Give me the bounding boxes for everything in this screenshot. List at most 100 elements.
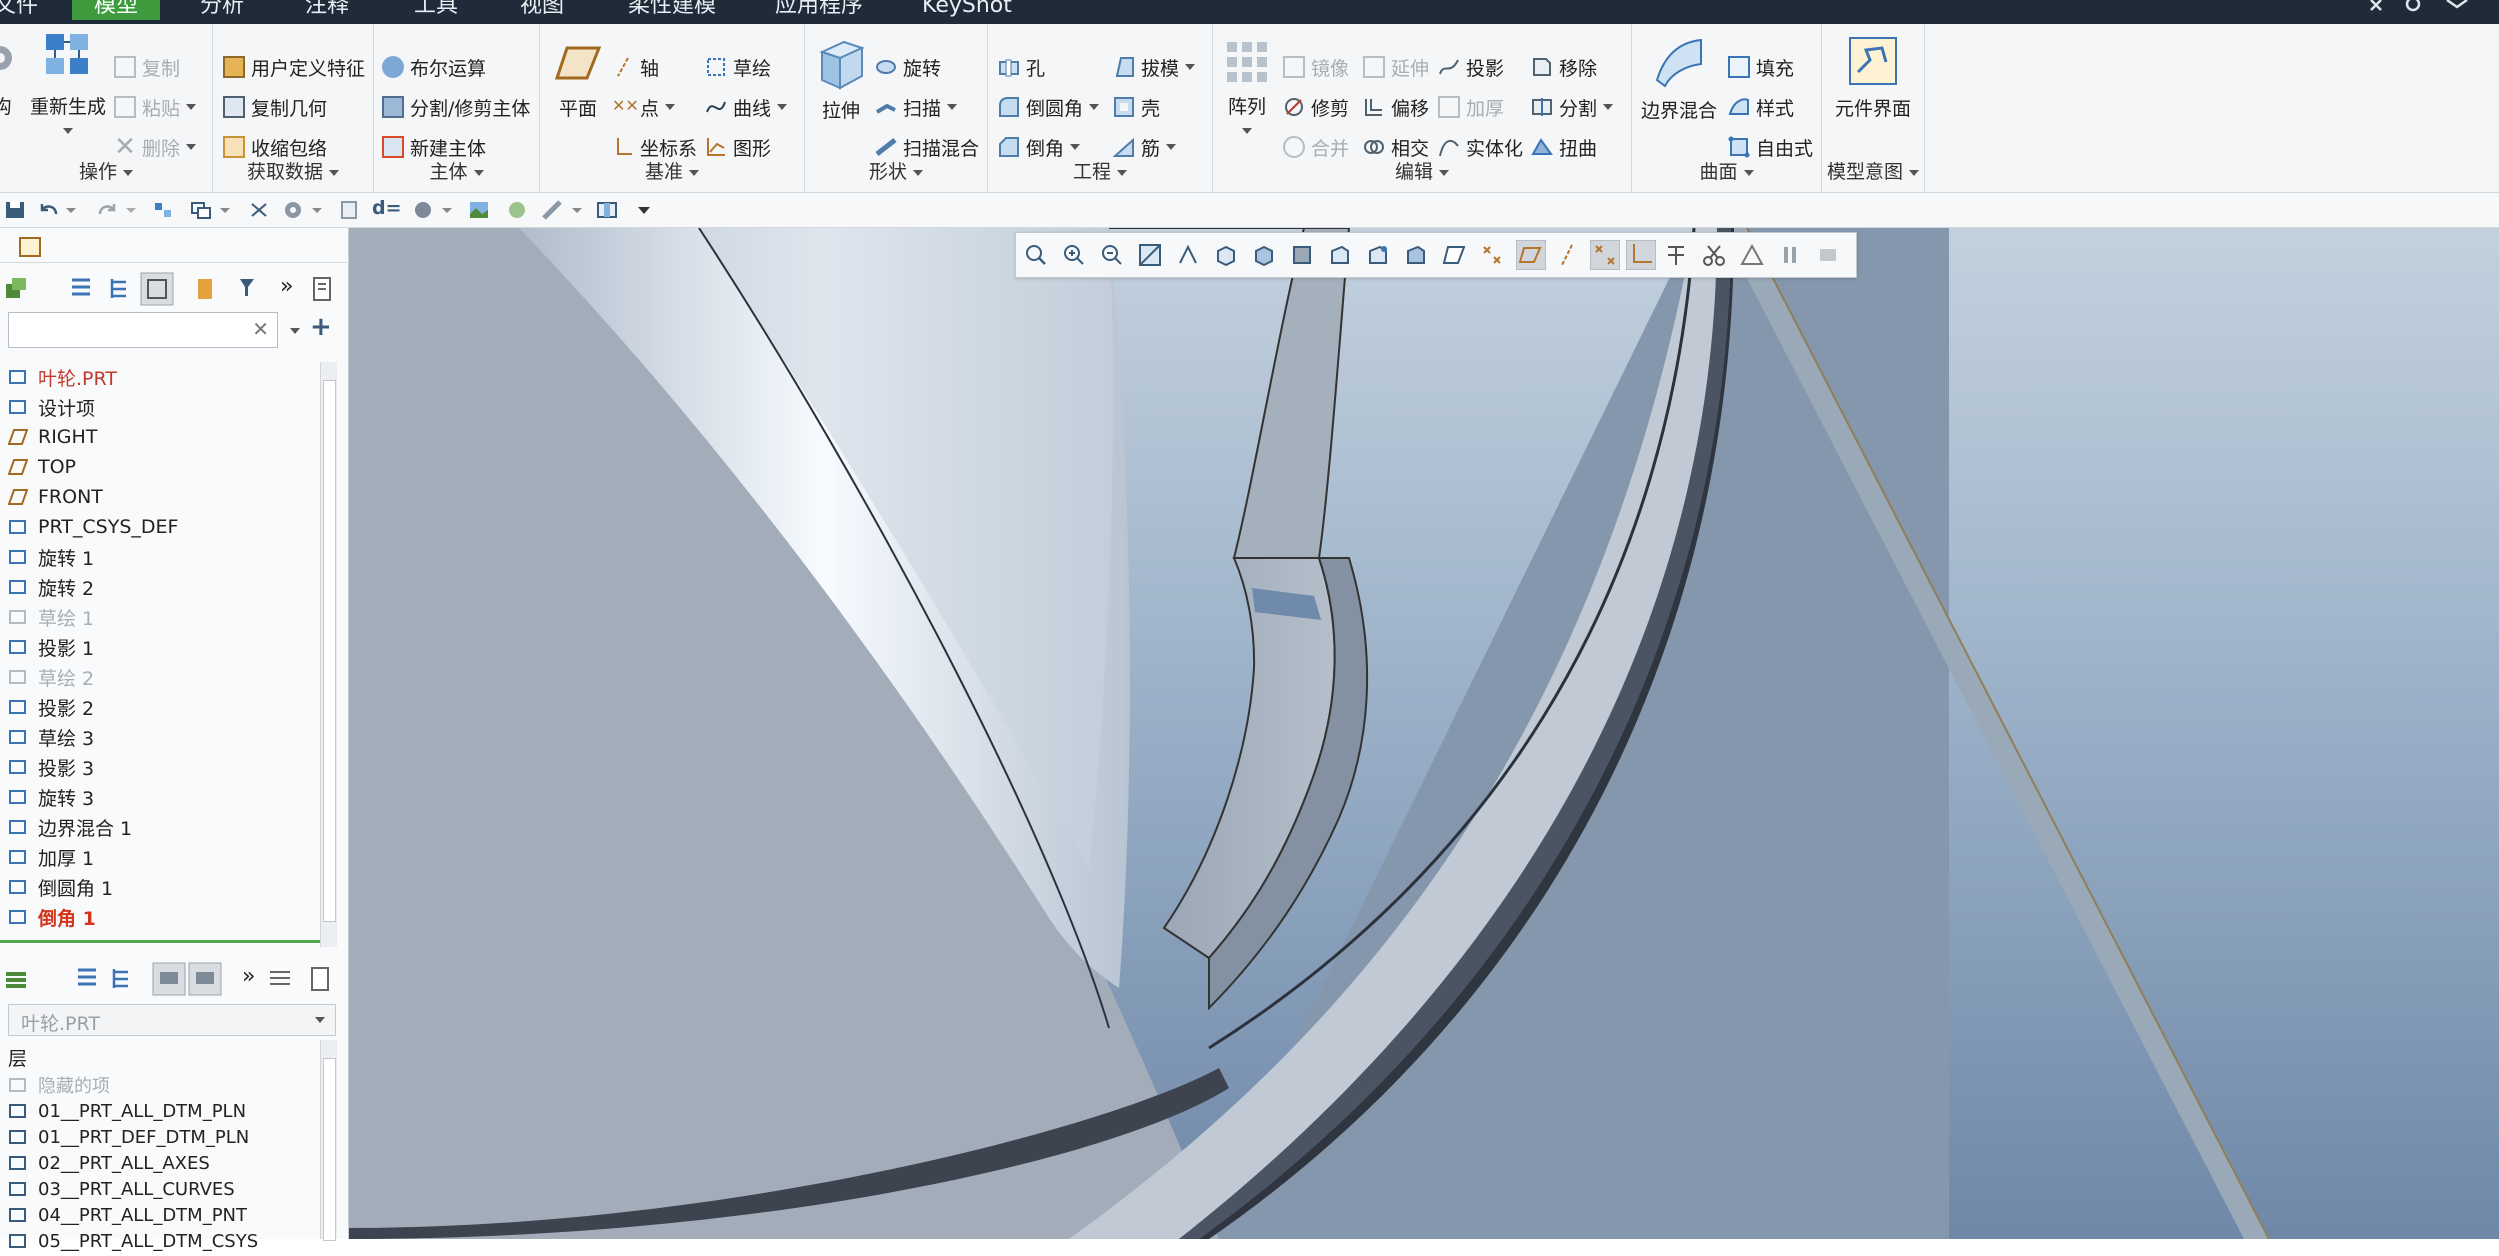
sketch-button[interactable]: 草绘 <box>705 52 771 82</box>
graphics-window[interactable] <box>349 228 2499 1239</box>
component-interface-button[interactable]: 元件界面 <box>1826 34 1920 121</box>
windows-dropdown-icon[interactable] <box>218 200 232 220</box>
customize-toolbar-icon[interactable] <box>636 200 652 220</box>
settings-dropdown-icon[interactable] <box>310 200 324 220</box>
model-tree-icon[interactable] <box>4 276 30 302</box>
tab-tools[interactable]: 工具 <box>414 0 458 20</box>
revolve-button[interactable]: 旋转 <box>875 52 941 82</box>
tab-analysis[interactable]: 分析 <box>200 0 244 20</box>
chevron-down-icon[interactable] <box>1070 144 1081 150</box>
group-label-body[interactable]: 主体 <box>374 157 539 184</box>
tree-item-12[interactable]: 草绘 3 <box>8 722 94 752</box>
tree-item-0[interactable]: 叶轮.PRT <box>8 362 117 392</box>
tree-item-16[interactable]: 加厚 1 <box>8 842 94 872</box>
tree-item-11[interactable]: 投影 2 <box>8 692 94 722</box>
chevron-down-icon[interactable] <box>1242 127 1252 134</box>
cut-icon[interactable] <box>1702 243 1726 267</box>
annotation-display-icon[interactable] <box>1366 243 1390 267</box>
saved-orientations-icon[interactable] <box>1214 243 1238 267</box>
windows-icon[interactable] <box>190 200 212 220</box>
chevron-down-icon[interactable] <box>315 1017 325 1023</box>
measure-dropdown-icon[interactable] <box>570 200 584 220</box>
tab-view[interactable]: 视图 <box>520 0 564 20</box>
layer-icon[interactable] <box>192 276 218 302</box>
remove-button[interactable]: 移除 <box>1531 52 1597 82</box>
offset-button[interactable]: 偏移 <box>1363 92 1429 122</box>
model-tree-tab-icon[interactable] <box>14 234 46 262</box>
extend-button[interactable]: 延伸 <box>1363 52 1429 82</box>
plane-display-icon[interactable] <box>1442 243 1466 267</box>
search-input[interactable] <box>9 313 237 347</box>
tab-model[interactable]: 模型 <box>72 0 161 20</box>
stop-icon[interactable] <box>1816 243 1840 267</box>
search-box[interactable]: ✕ <box>8 312 278 348</box>
group-label-datum[interactable]: 基准 <box>540 157 804 184</box>
boolean-button[interactable]: 布尔运算 <box>382 52 486 82</box>
point-tag-toggle-icon[interactable] <box>1590 240 1620 270</box>
close-icon[interactable] <box>2370 0 2382 11</box>
active-model-select[interactable]: 叶轮.PRT <box>8 1004 336 1036</box>
view-manager-icon[interactable] <box>1176 243 1200 267</box>
display-style-menu-icon[interactable] <box>1252 243 1276 267</box>
zoom-out-icon[interactable] <box>1100 243 1124 267</box>
axis-button[interactable]: 轴 <box>612 52 659 82</box>
appearance-dropdown-icon[interactable] <box>440 200 454 220</box>
layer-settings-icon[interactable] <box>268 966 294 992</box>
tab-flexible-modeling[interactable]: 柔性建模 <box>628 0 716 20</box>
help-icon[interactable] <box>2405 0 2421 12</box>
scrollbar-thumb[interactable] <box>323 380 336 922</box>
round-button[interactable]: 倒圆角 <box>998 92 1100 122</box>
pattern-button[interactable]: 阵列 <box>1217 38 1277 141</box>
add-icon[interactable]: + <box>310 312 332 342</box>
boundary-blend-button[interactable]: 边界混合 <box>1636 34 1722 123</box>
display-style-icon[interactable] <box>340 200 362 220</box>
tree-item-7[interactable]: 旋转 2 <box>8 572 94 602</box>
undo-dropdown-icon[interactable] <box>64 200 78 220</box>
options-icon[interactable] <box>2446 0 2468 9</box>
dimension-toggle[interactable]: d= <box>372 197 404 219</box>
tree-item-1[interactable]: 设计项 <box>8 392 95 422</box>
plane-tag-toggle-icon[interactable] <box>1516 240 1546 270</box>
fill-button[interactable]: 填充 <box>1728 52 1794 82</box>
group-label-editing[interactable]: 编辑 <box>1213 157 1631 184</box>
tree-item-5[interactable]: PRT_CSYS_DEF <box>8 512 178 542</box>
tree-columns-icon-2[interactable] <box>108 966 134 992</box>
split-button[interactable]: 分割 <box>1531 92 1614 122</box>
undo-icon[interactable] <box>38 200 60 220</box>
tree-list-icon[interactable] <box>68 276 94 302</box>
chevron-down-icon[interactable] <box>186 104 197 110</box>
tab-applications[interactable]: 应用程序 <box>775 0 863 20</box>
scene-icon[interactable] <box>506 200 528 220</box>
mirror-button[interactable]: 镜像 <box>1283 52 1349 82</box>
sweep-button[interactable]: 扫描 <box>875 92 958 122</box>
shell-button[interactable]: 壳 <box>1113 92 1160 122</box>
redo-dropdown-icon[interactable] <box>124 200 138 220</box>
tree-item-9[interactable]: 投影 1 <box>8 632 94 662</box>
show-annotations-icon[interactable] <box>1740 243 1764 267</box>
zoom-in-icon[interactable] <box>1062 243 1086 267</box>
curve-button[interactable]: 曲线 <box>705 92 788 122</box>
point-button[interactable]: ✕✕ 点 <box>612 92 676 122</box>
chevron-down-icon[interactable] <box>186 144 197 150</box>
settings-icon[interactable] <box>282 200 304 220</box>
tree-view-toggle-icon[interactable] <box>140 272 174 306</box>
tree-list-icon-2[interactable] <box>74 966 100 992</box>
split-trim-body-button[interactable]: 分割/修剪主体 <box>382 92 530 122</box>
layer-tree-icon[interactable] <box>4 966 30 992</box>
render-icon[interactable] <box>468 200 490 220</box>
tree-columns-icon[interactable] <box>106 276 132 302</box>
group-label-engineering[interactable]: 工程 <box>988 157 1212 184</box>
trim-button[interactable]: 修剪 <box>1283 92 1349 122</box>
paste-button[interactable]: 粘贴 <box>114 92 197 122</box>
filter-icon[interactable] <box>238 276 266 302</box>
tree-item-17[interactable]: 倒圆角 1 <box>8 872 113 902</box>
csys-display-toggle-icon[interactable] <box>1626 240 1656 270</box>
model-render[interactable] <box>349 228 2499 1239</box>
repaint-icon[interactable] <box>1138 243 1162 267</box>
model-tree-scrollbar[interactable] <box>320 362 337 947</box>
group-label-operations[interactable]: 操作 <box>0 157 212 184</box>
layer-item-6[interactable]: 05__PRT_ALL_DTM_CSYS <box>8 1226 258 1256</box>
layer-options-icon[interactable] <box>308 966 334 992</box>
chevron-down-icon[interactable] <box>665 104 676 110</box>
tree-item-14[interactable]: 旋转 3 <box>8 782 94 812</box>
